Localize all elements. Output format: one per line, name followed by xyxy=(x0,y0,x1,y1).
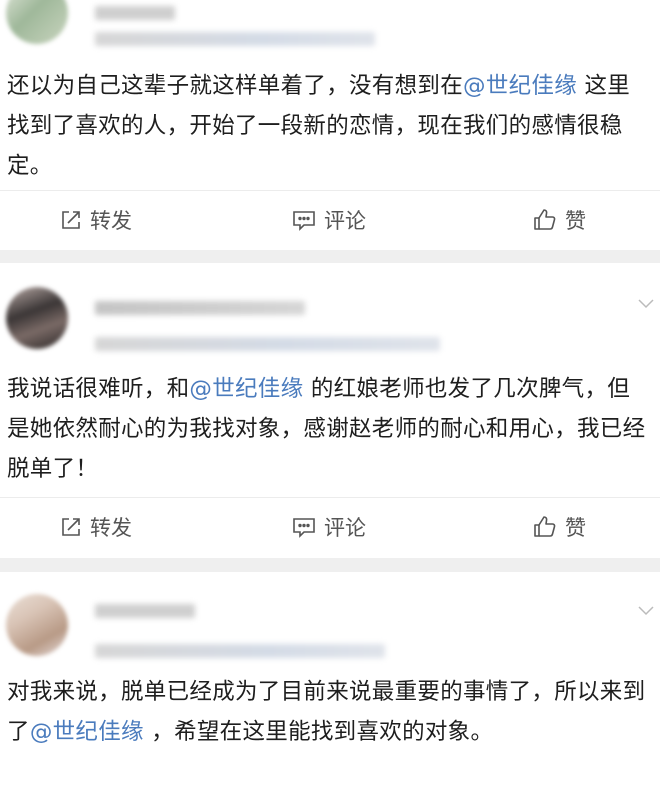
comment-bubble-icon xyxy=(292,209,316,231)
like-label: 赞 xyxy=(565,209,586,233)
share-square-icon xyxy=(60,209,82,231)
share-square-icon xyxy=(60,516,82,538)
post-text: 还以为自己这辈子就这样单着了，没有想到在@世纪佳缘 这里找到了喜欢的人，开始了一… xyxy=(7,66,652,186)
blurred-username[interactable] xyxy=(95,301,305,315)
comment-label: 评论 xyxy=(324,209,366,233)
blurred-post-meta xyxy=(95,32,375,46)
mention-link[interactable]: @世纪佳缘 xyxy=(463,73,577,99)
repost-label: 转发 xyxy=(90,516,132,540)
like-button[interactable]: 赞 xyxy=(533,191,586,249)
repost-button[interactable]: 转发 xyxy=(60,191,132,249)
comment-bubble-icon xyxy=(292,516,316,538)
post-card-2: 我说话很难听，和@世纪佳缘 的红娘老师也发了几次脾气，但是她依然耐心的为我找对象… xyxy=(0,263,660,558)
avatar[interactable] xyxy=(6,594,68,656)
avatar[interactable] xyxy=(6,0,68,44)
post-text-after: ，希望在这里能找到喜欢的对象。 xyxy=(143,719,494,745)
repost-button[interactable]: 转发 xyxy=(60,498,132,556)
repost-label: 转发 xyxy=(90,209,132,233)
blurred-username[interactable] xyxy=(95,604,195,618)
chevron-down-icon[interactable] xyxy=(638,606,654,616)
blurred-post-meta xyxy=(95,337,440,351)
post-text-before: 我说话很难听，和 xyxy=(7,376,190,402)
chevron-down-icon[interactable] xyxy=(638,299,654,309)
like-button[interactable]: 赞 xyxy=(533,498,586,556)
mention-link[interactable]: @世纪佳缘 xyxy=(30,719,144,745)
thumbs-up-icon xyxy=(533,208,557,232)
post-actions: 转发 评论 赞 xyxy=(0,497,660,556)
comment-button[interactable]: 评论 xyxy=(292,191,366,249)
post-card-3: 对我来说，脱单已经成为了目前来说最重要的事情了，所以来到了@世纪佳缘 ，希望在这… xyxy=(0,572,660,789)
blurred-username[interactable] xyxy=(95,6,175,20)
post-text: 对我来说，脱单已经成为了目前来说最重要的事情了，所以来到了@世纪佳缘 ，希望在这… xyxy=(7,672,652,752)
mention-link[interactable]: @世纪佳缘 xyxy=(189,376,303,402)
post-actions: 转发 评论 赞 xyxy=(0,190,660,249)
like-label: 赞 xyxy=(565,516,586,540)
thumbs-up-icon xyxy=(533,515,557,539)
post-text: 我说话很难听，和@世纪佳缘 的红娘老师也发了几次脾气，但是她依然耐心的为我找对象… xyxy=(7,369,652,489)
post-text-before: 还以为自己这辈子就这样单着了，没有想到在 xyxy=(7,73,464,99)
comment-label: 评论 xyxy=(324,516,366,540)
post-card-1: 还以为自己这辈子就这样单着了，没有想到在@世纪佳缘 这里找到了喜欢的人，开始了一… xyxy=(0,0,660,250)
comment-button[interactable]: 评论 xyxy=(292,498,366,556)
avatar[interactable] xyxy=(6,287,68,349)
blurred-post-meta xyxy=(95,644,385,658)
